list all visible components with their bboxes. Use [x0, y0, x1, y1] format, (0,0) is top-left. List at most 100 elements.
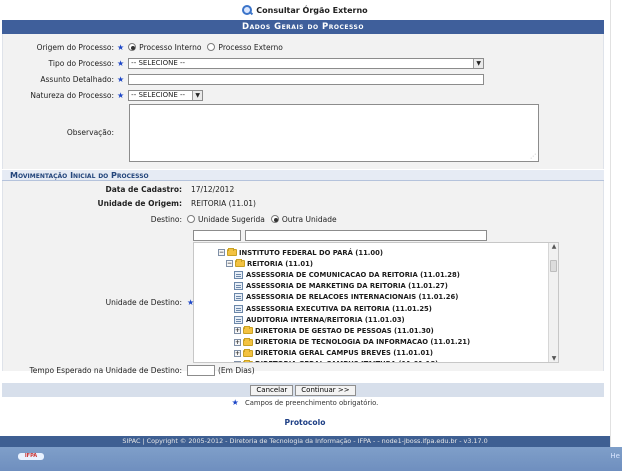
tempo-label: Tempo Esperado na Unidade de Destino: — [29, 365, 182, 375]
tree-item[interactable]: + DIRETORIA DE TECNOLOGIA DA INFORMACAO (… — [218, 337, 558, 348]
observacao-textarea[interactable]: ⋰ — [129, 104, 539, 162]
required-star: ★ — [231, 398, 239, 407]
continue-button[interactable]: Continuar >> — [295, 384, 356, 396]
document-icon — [234, 282, 243, 291]
folder-icon — [235, 259, 245, 268]
tipo-select[interactable]: -- SELECIONE -- ▼ — [128, 57, 485, 69]
tree-item[interactable]: + DIRETORIA GERAL CAMPUS BREVES (11.01.01… — [218, 348, 558, 359]
unidade-codigo-input[interactable] — [193, 230, 241, 241]
unidade-destino-row: Unidade de Destino: ★ — [3, 295, 198, 309]
section-header-dados-gerais: Dados Gerais do Processo — [2, 20, 604, 34]
unidade-nome-input[interactable] — [245, 230, 487, 241]
taskbar-right-text: He — [610, 452, 620, 460]
required-star: ★ — [117, 42, 125, 52]
tempo-input[interactable] — [187, 364, 215, 376]
folder-icon — [243, 337, 253, 346]
tree-scrollbar[interactable]: ▲ ▼ — [548, 243, 558, 362]
page: Consultar Órgão Externo Dados Gerais do … — [0, 0, 610, 471]
destino-outra-radio[interactable] — [270, 215, 279, 223]
natureza-select-value: -- SELECIONE -- — [131, 91, 186, 99]
tree-item-label[interactable]: AUDITORIA INTERNA/REITORIA (11.01.03) — [246, 316, 405, 324]
window-scrollbar[interactable] — [610, 0, 622, 447]
tree-item-label[interactable]: ASSESSORIA EXECUTIVA DA REITORIA (11.01.… — [246, 305, 432, 313]
unidade-destino-label: Unidade de Destino: — [105, 297, 182, 307]
tree-item[interactable]: AUDITORIA INTERNA/REITORIA (11.01.03) — [218, 314, 558, 325]
required-note: ★ Campos de preenchimento obrigatório. — [0, 398, 610, 407]
natureza-label: Natureza do Processo: — [30, 90, 114, 100]
scroll-down-icon[interactable]: ▼ — [549, 355, 558, 362]
origem-externo-radio[interactable] — [207, 43, 216, 51]
tree-item-label[interactable]: ASSESSORIA DE RELACOES INTERNACIONAIS (1… — [246, 293, 458, 301]
tree-item-label[interactable]: DIRETORIA DE GESTAO DE PESSOAS (11.01.30… — [255, 327, 434, 335]
document-icon — [234, 293, 243, 302]
origem-label: Origem do Processo: — [36, 42, 114, 52]
protocolo-link[interactable]: Protocolo — [0, 418, 610, 427]
chevron-down-icon[interactable]: ▼ — [192, 90, 203, 100]
tipo-label: Tipo do Processo: — [48, 58, 114, 68]
tree-item-label[interactable]: REITORIA (11.01) — [247, 260, 313, 268]
chevron-down-icon[interactable]: ▼ — [473, 58, 484, 68]
required-note-text: Campos de preenchimento obrigatório. — [244, 399, 379, 407]
required-star: ★ — [187, 297, 195, 307]
tree-item[interactable]: ASSESSORIA DE MARKETING DA REITORIA (11.… — [218, 281, 558, 292]
tree-item[interactable]: ASSESSORIA DE COMUNICACAO DA REITORIA (1… — [218, 269, 558, 280]
tree-item[interactable]: ASSESSORIA DE RELACOES INTERNACIONAIS (1… — [218, 292, 558, 303]
tree-item-label[interactable]: DIRETORIA GERAL CAMPUS BREVES (11.01.01) — [255, 349, 433, 357]
tree-item[interactable]: ASSESSORIA EXECUTIVA DA REITORIA (11.01.… — [218, 303, 558, 314]
document-icon — [234, 315, 243, 324]
assunto-input[interactable] — [128, 73, 485, 85]
unidade-tree[interactable]: − INSTITUTO FEDERAL DO PARÁ (11.00) − REITO… — [193, 242, 559, 363]
taskbar: IFPA He — [0, 447, 622, 471]
destino-label: Destino: — [150, 214, 182, 224]
origem-interno-radio[interactable] — [128, 43, 137, 51]
expand-icon[interactable]: + — [234, 338, 241, 346]
expand-icon[interactable]: + — [234, 327, 241, 335]
tree-item-label[interactable]: DIRETORIA DE TECNOLOGIA DA INFORMACAO (1… — [255, 338, 470, 346]
tree-item-label[interactable]: INSTITUTO FEDERAL DO PARÁ (11.00) — [239, 249, 383, 257]
origem-interno-label[interactable]: Processo Interno — [139, 43, 201, 52]
resize-grip-icon[interactable]: ⋰ — [530, 153, 536, 160]
required-star: ★ — [117, 90, 125, 100]
origem-row: Origem do Processo: ★ Processo Interno P… — [3, 39, 605, 55]
natureza-select[interactable]: -- SELECIONE -- ▼ — [128, 89, 204, 101]
required-star: ★ — [117, 58, 125, 68]
movimentacao-section: Data de Cadastro: 17/12/2012 Unidade de … — [2, 181, 604, 376]
data-row: Data de Cadastro: 17/12/2012 — [3, 182, 234, 196]
document-icon — [234, 270, 243, 279]
data-value: 17/12/2012 — [191, 184, 235, 194]
tree-item[interactable]: + DIRETORIA DE GESTAO DE PESSOAS (11.01.3… — [218, 325, 558, 336]
tree-item[interactable]: +DIRETORIA GERAL CAMPUS ITAITUBA (11.01.… — [218, 359, 558, 362]
button-bar: Cancelar Continuar >> — [2, 383, 604, 397]
unidade-origem-row: Unidade de Origem: REITORIA (11.01) — [3, 196, 256, 210]
form-dados-gerais: Origem do Processo: ★ Processo Interno P… — [2, 34, 604, 169]
search-icon — [242, 5, 253, 15]
folder-icon — [243, 326, 253, 335]
tree-item-label[interactable]: ASSESSORIA DE COMUNICACAO DA REITORIA (1… — [246, 271, 460, 279]
tempo-row: Tempo Esperado na Unidade de Destino: (E… — [3, 363, 255, 377]
origem-externo-label[interactable]: Processo Externo — [218, 43, 282, 52]
destino-sugerida-radio[interactable] — [187, 215, 195, 223]
section-header-movimentacao: Movimentação Inicial do Processo — [2, 170, 604, 181]
unidade-origem-value: REITORIA (11.01) — [191, 198, 256, 208]
unidade-origem-label: Unidade de Origem: — [97, 198, 182, 208]
collapse-icon[interactable]: − — [226, 260, 233, 268]
scroll-up-icon[interactable]: ▲ — [549, 243, 558, 250]
data-label: Data de Cadastro: — [105, 184, 182, 194]
footer: SIPAC | Copyright © 2005-2012 - Diretori… — [0, 436, 610, 447]
scroll-thumb[interactable] — [550, 260, 557, 272]
tree-item-label[interactable]: ASSESSORIA DE MARKETING DA REITORIA (11.… — [246, 282, 448, 290]
folder-icon — [243, 348, 253, 357]
tree-item[interactable]: − INSTITUTO FEDERAL DO PARÁ (11.00) — [218, 247, 558, 258]
cancel-button[interactable]: Cancelar — [250, 384, 294, 396]
tipo-select-value: -- SELECIONE -- — [131, 59, 186, 67]
expand-icon[interactable]: + — [234, 349, 241, 357]
collapse-icon[interactable]: − — [218, 249, 225, 257]
page-title: Consultar Órgão Externo — [256, 5, 368, 15]
ifpa-logo: IFPA — [18, 453, 44, 460]
folder-icon — [227, 248, 237, 257]
destino-sugerida-label[interactable]: Unidade Sugerida — [198, 215, 265, 224]
destino-outra-label[interactable]: Outra Unidade — [282, 215, 337, 224]
observacao-label: Observação: — [66, 127, 114, 137]
tree-item[interactable]: − REITORIA (11.01) — [218, 258, 558, 269]
tree-item-label[interactable]: DIRETORIA GERAL CAMPUS ITAITUBA (11.01.1… — [255, 360, 438, 362]
